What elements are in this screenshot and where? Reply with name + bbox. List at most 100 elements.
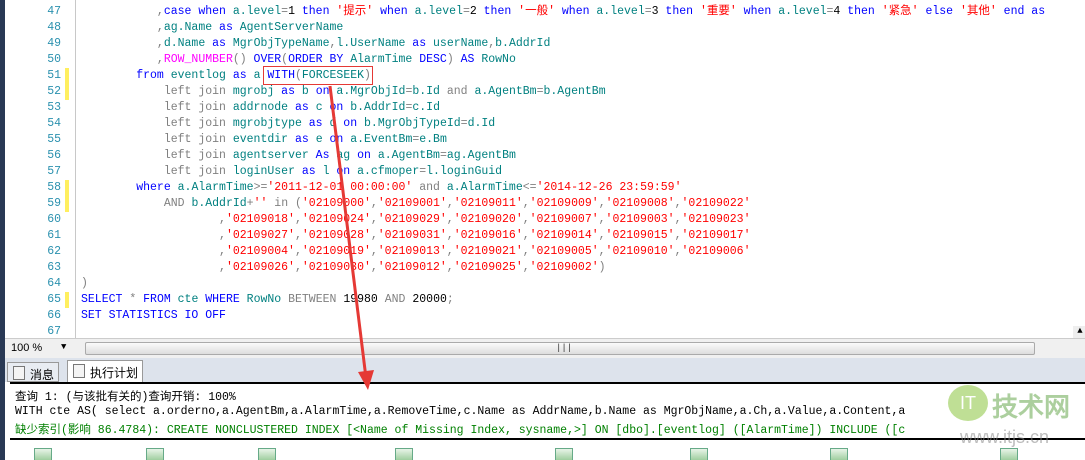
line-number: 50 xyxy=(47,53,61,66)
code-token: ORDER BY xyxy=(288,53,344,66)
code-line[interactable]: 66 SET STATISTICS IO OFF xyxy=(5,308,1085,324)
line-number: 49 xyxy=(47,37,61,50)
code-token: WHERE xyxy=(198,293,240,306)
code-token: '02109024' xyxy=(301,213,371,226)
sort-operator-icon[interactable] xyxy=(395,448,413,460)
line-number: 61 xyxy=(47,229,61,242)
filter-operator-icon[interactable] xyxy=(146,448,164,460)
code-token: AND xyxy=(377,293,413,306)
line-number: 57 xyxy=(47,165,61,178)
code-text: ,'02109004','02109019','02109013','02109… xyxy=(81,244,750,260)
code-line[interactable]: 67 xyxy=(5,324,1085,338)
code-line[interactable]: 51 from eventlog as a WITH(FORCESEEK) xyxy=(5,68,1085,84)
code-token: , xyxy=(219,245,226,258)
code-token: '' xyxy=(253,197,268,210)
code-token: '02109019' xyxy=(301,245,371,258)
forceseek-highlight-box xyxy=(263,66,373,85)
code-token: agentserver xyxy=(225,149,309,162)
execution-plan-pane: 查询 1: (与该批有关的)查询开销: 100% WITH cte AS( se… xyxy=(10,382,1085,460)
code-line[interactable]: 56 left join agentserver As ag on a.Agen… xyxy=(5,148,1085,164)
tab-execution-plan[interactable]: 执行计划 xyxy=(67,360,144,382)
scroll-up-button[interactable]: ▲ xyxy=(1073,326,1085,338)
code-token: , xyxy=(446,245,454,258)
code-token: OVER xyxy=(246,53,282,66)
code-token: c.Id xyxy=(412,101,440,114)
code-line[interactable]: 65 SELECT * FROM cte WHERE RowNo BETWEEN … xyxy=(5,292,1085,308)
code-line[interactable]: 59 AND b.AddrId+'' in ('02109000','02109… xyxy=(5,196,1085,212)
code-token: '提示' xyxy=(336,5,374,18)
merge-join-icon[interactable] xyxy=(555,448,573,460)
code-token: as xyxy=(205,37,233,50)
code-line[interactable]: 49 ,d.Name as MgrObjTypeName,l.UserName … xyxy=(5,36,1085,52)
code-token: () xyxy=(232,53,247,66)
code-line[interactable]: 52 left join mgrobj as b on a.MgrObjId=b… xyxy=(5,84,1085,100)
code-token: + xyxy=(246,197,254,210)
code-token: '2014-12-26 23:59:59' xyxy=(536,181,682,194)
tab-label: 消息 xyxy=(30,368,55,382)
compute-scalar-icon[interactable] xyxy=(258,448,276,460)
code-token: left join xyxy=(163,149,226,162)
code-token: '02109026' xyxy=(225,261,295,274)
code-token: '02109015' xyxy=(605,229,675,242)
scrollbar-thumb[interactable]: ||| xyxy=(556,343,572,353)
line-number: 53 xyxy=(47,101,61,114)
code-token: , xyxy=(294,245,302,258)
zoom-select[interactable]: 100 % xyxy=(11,342,42,354)
code-text: ) xyxy=(81,276,88,292)
code-token: * xyxy=(122,293,144,306)
sql-editor[interactable]: 47 ,case when a.level=1 then '提示' when a… xyxy=(5,0,1085,338)
code-line[interactable]: 50 ,ROW_NUMBER() OVER(ORDER BY AlarmTime… xyxy=(5,52,1085,68)
code-token: ROW_NUMBER xyxy=(163,53,233,66)
code-token: '02109008' xyxy=(605,197,675,210)
horizontal-scrollbar[interactable]: ||| xyxy=(85,342,1035,355)
code-token: b.AddrId xyxy=(343,101,406,114)
code-token: b xyxy=(294,85,309,98)
code-token: as xyxy=(225,69,247,82)
code-token: , xyxy=(598,213,606,226)
missing-index-text[interactable]: 缺少索引(影响 86.4784): CREATE NONCLUSTERED IN… xyxy=(15,421,905,437)
code-line[interactable]: 48 ,ag.Name as AgentServerName xyxy=(5,20,1085,36)
code-line[interactable]: 58 where a.AlarmTime>='2011-12-01 00:00:… xyxy=(5,180,1085,196)
code-token: ) xyxy=(446,53,454,66)
code-token: , xyxy=(522,229,530,242)
chevron-down-icon[interactable]: ▼ xyxy=(61,342,66,352)
code-token: , xyxy=(156,21,164,34)
code-line[interactable]: 53 left join addrnode as c on b.AddrId=c… xyxy=(5,100,1085,116)
code-line[interactable]: 63 ,'02109026','02109030','02109012','02… xyxy=(5,260,1085,276)
code-token: = xyxy=(644,5,652,18)
tab-messages[interactable]: 消息 xyxy=(7,362,60,382)
nested-loops-icon[interactable] xyxy=(830,448,848,460)
code-token: , xyxy=(156,5,164,18)
code-token: a.cfmoper xyxy=(350,165,420,178)
code-token: , xyxy=(598,229,606,242)
code-line[interactable]: 55 left join eventdir as e on a.EventBm=… xyxy=(5,132,1085,148)
code-token: , xyxy=(370,197,378,210)
code-line[interactable]: 47 ,case when a.level=1 then '提示' when a… xyxy=(5,4,1085,20)
code-token: '02109027' xyxy=(225,229,295,242)
code-token: '02109022' xyxy=(681,197,751,210)
code-token: , xyxy=(294,213,302,226)
code-line[interactable]: 60 ,'02109018','02109024','02109029','02… xyxy=(5,212,1085,228)
code-token: on xyxy=(350,149,371,162)
code-token: , xyxy=(446,213,454,226)
code-line[interactable]: 64) xyxy=(5,276,1085,292)
code-token: '02109014' xyxy=(529,229,599,242)
code-line[interactable]: 57 left join loginUser as l on a.cfmoper… xyxy=(5,164,1085,180)
select-operator-icon[interactable] xyxy=(34,448,52,460)
code-token: b.MgrObjTypeId xyxy=(357,117,461,130)
code-token: , xyxy=(446,261,454,274)
code-line[interactable]: 61 ,'02109027','02109028','02109031','02… xyxy=(5,228,1085,244)
code-token: mgrobj xyxy=(225,85,275,98)
index-scan-icon[interactable] xyxy=(690,448,708,460)
code-token: DESC xyxy=(412,53,447,66)
code-line[interactable]: 62 ,'02109004','02109019','02109013','02… xyxy=(5,244,1085,260)
line-number: 60 xyxy=(47,213,61,226)
code-line[interactable]: 54 left join mgrobjtype as d on b.MgrObj… xyxy=(5,116,1085,132)
code-token: left join xyxy=(163,165,226,178)
